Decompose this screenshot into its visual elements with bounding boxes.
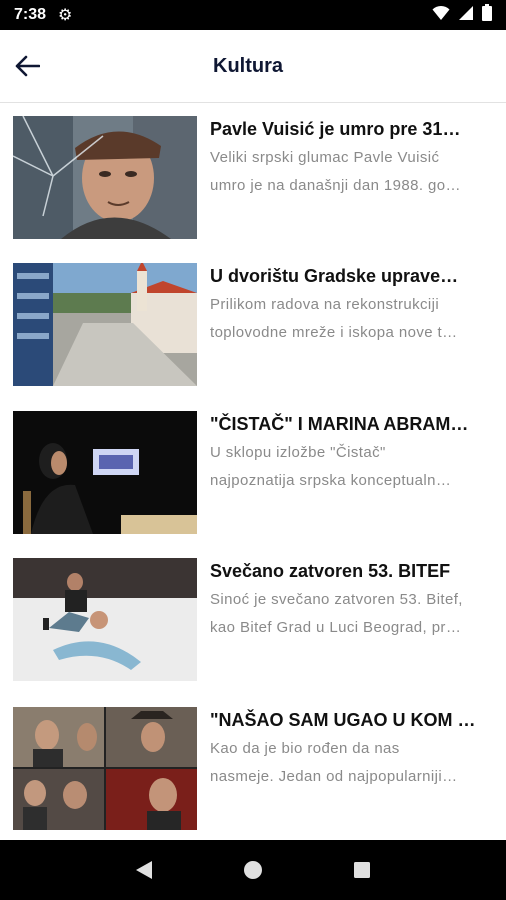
square-recents-icon — [353, 862, 370, 878]
article-title: "ČISTAČ" I MARINA ABRAM… — [210, 414, 469, 434]
article-title: Pavle Vuisić je umro pre 31… — [210, 119, 461, 139]
gear-icon: ⚙ — [58, 7, 73, 24]
article-summary-line: umro je na današnji dan 1988. go… — [210, 177, 461, 194]
article-item[interactable]: U dvorištu Gradske uprave… Prilikom rado… — [0, 251, 506, 386]
back-button[interactable] — [2, 41, 52, 91]
article-summary: Prilikom radova na rekonstrukciji toplov… — [210, 291, 496, 347]
arrow-left-icon — [15, 55, 40, 77]
article-summary-line: kao Bitef Grad u Luci Beograd, pr… — [210, 619, 462, 636]
article-item[interactable]: "NAŠAO SAM UGAO U KOM … Kao da je bio ro… — [0, 695, 506, 830]
article-thumbnail — [13, 263, 197, 386]
app-bar: Kultura — [0, 30, 506, 103]
article-summary-line: Kao da je bio rođen da nas — [210, 740, 400, 757]
system-nav-bar — [0, 840, 506, 900]
article-item[interactable]: Pavle Vuisić je umro pre 31… Veliki srps… — [0, 104, 506, 239]
nav-recents-button[interactable] — [342, 850, 382, 890]
article-summary-line: nasmeje. Jedan od najpopularniji… — [210, 768, 458, 785]
article-thumbnail — [13, 558, 197, 681]
article-summary: Veliki srpski glumac Pavle Vuisić umro j… — [210, 144, 496, 200]
article-summary: U sklopu izložbe "Čistač" najpoznatija s… — [210, 439, 496, 495]
article-summary: Sinoć je svečano zatvoren 53. Bitef, kao… — [210, 586, 496, 642]
nav-back-button[interactable] — [124, 850, 164, 890]
article-list[interactable]: Pavle Vuisić je umro pre 31… Veliki srps… — [0, 104, 506, 840]
status-bar: 7:38 ⚙ — [0, 0, 506, 30]
article-title: Svečano zatvoren 53. BITEF — [210, 561, 451, 581]
battery-icon — [482, 4, 492, 26]
triangle-back-icon — [136, 861, 153, 879]
article-summary: Kao da je bio rođen da nas nasmeje. Jeda… — [210, 735, 496, 791]
article-summary-line: najpoznatija srpska konceptualn… — [210, 472, 452, 489]
article-thumbnail — [13, 707, 197, 830]
article-summary-line: Veliki srpski glumac Pavle Vuisić — [210, 149, 440, 166]
status-time: 7:38 — [14, 6, 47, 23]
article-thumbnail — [13, 116, 197, 239]
article-thumbnail — [13, 411, 197, 534]
nav-home-button[interactable] — [233, 850, 273, 890]
article-item[interactable]: "ČISTAČ" I MARINA ABRAM… U sklopu izložb… — [0, 399, 506, 534]
circle-home-icon — [243, 861, 262, 879]
article-summary-line: Sinoć je svečano zatvoren 53. Bitef, — [210, 591, 463, 608]
status-icons — [432, 4, 492, 26]
article-summary-line: toplovodne mreže i iskopa nove t… — [210, 324, 458, 341]
article-summary-line: Prilikom radova na rekonstrukciji — [210, 296, 440, 313]
cell-signal-icon — [458, 5, 474, 26]
article-item[interactable]: Svečano zatvoren 53. BITEF Sinoć je sveč… — [0, 546, 506, 681]
article-title: "NAŠAO SAM UGAO U KOM … — [210, 710, 476, 730]
article-title: U dvorištu Gradske uprave… — [210, 266, 459, 286]
wifi-icon — [432, 5, 450, 26]
article-summary-line: U sklopu izložbe "Čistač" — [210, 444, 386, 461]
page-title: Kultura — [213, 55, 283, 77]
